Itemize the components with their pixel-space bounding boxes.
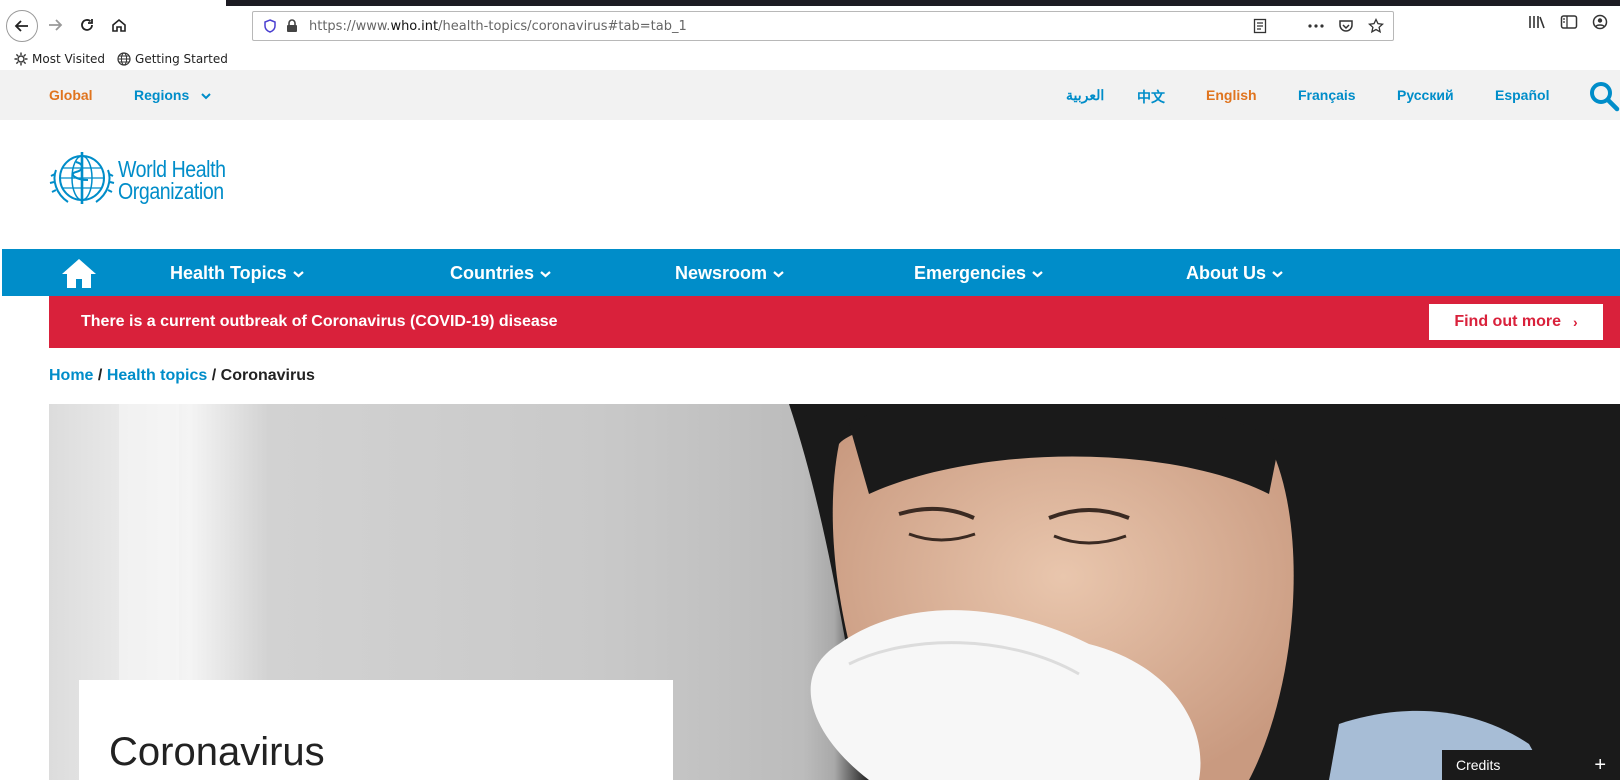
- nav-label: Health Topics: [170, 263, 287, 283]
- account-icon[interactable]: [1592, 14, 1608, 35]
- globe-icon: [117, 52, 131, 66]
- reload-button[interactable]: [72, 10, 102, 40]
- sidebar-icon[interactable]: [1560, 14, 1578, 35]
- lang-spanish[interactable]: Español: [1495, 87, 1549, 103]
- tab-strip-edge: [226, 0, 1620, 6]
- chevron-down-icon: [292, 270, 304, 277]
- library-icon[interactable]: [1528, 14, 1546, 35]
- reader-view-icon[interactable]: [1249, 15, 1271, 37]
- pocket-icon[interactable]: [1335, 15, 1357, 37]
- url-domain: who.int: [390, 18, 439, 34]
- url-text[interactable]: https://www.who.int/health-topics/corona…: [309, 19, 687, 34]
- url-actions: [1249, 15, 1387, 37]
- language-bar: Global Regions العربية 中文 English França…: [0, 70, 1620, 120]
- nav-health-topics[interactable]: Health Topics: [170, 263, 304, 284]
- shield-icon[interactable]: [259, 15, 281, 37]
- lock-icon[interactable]: [281, 15, 303, 37]
- arrow-left-icon: [14, 20, 28, 32]
- home-outline-icon: [112, 18, 126, 32]
- who-logo[interactable]: World Health Organization: [48, 148, 245, 212]
- page-title: Coronavirus: [109, 730, 325, 774]
- button-label: Find out more: [1454, 313, 1561, 330]
- alert-message: There is a current outbreak of Coronavir…: [81, 313, 558, 330]
- logo-line2: Organization: [118, 178, 224, 204]
- url-path: /health-topics/coronavirus#tab=tab_1: [438, 18, 687, 34]
- bookmark-label: Most Visited: [32, 52, 106, 66]
- chevron-down-icon: [1032, 270, 1043, 277]
- regions-dropdown[interactable]: Regions: [134, 87, 211, 103]
- more-actions-icon[interactable]: [1305, 15, 1327, 37]
- breadcrumb-home[interactable]: Home: [49, 367, 93, 384]
- nav-emergencies[interactable]: Emergencies: [914, 263, 1043, 284]
- nav-label: About Us: [1186, 263, 1266, 283]
- breadcrumb-separator: /: [97, 367, 103, 384]
- who-wordmark: World Health Organization: [118, 156, 226, 204]
- chevron-down-icon: [1272, 270, 1283, 277]
- regions-label: Regions: [134, 87, 190, 103]
- breadcrumb: Home / Health topics / Coronavirus: [49, 367, 315, 385]
- logo-line1: World Health: [118, 156, 226, 182]
- nav-about-us[interactable]: About Us: [1186, 263, 1283, 284]
- nav-label: Emergencies: [914, 263, 1027, 283]
- credits-label: Credits: [1456, 757, 1501, 773]
- arrow-right-icon: [49, 19, 63, 31]
- bookmark-getting-started[interactable]: Getting Started: [117, 52, 228, 66]
- bookmark-label: Getting Started: [135, 52, 228, 66]
- browser-toolbar: https://www.who.int/health-topics/corona…: [0, 0, 1620, 48]
- home-browser-button[interactable]: [104, 10, 134, 40]
- main-nav: Health Topics Countries Newsroom Emergen…: [2, 249, 1620, 296]
- chevron-down-icon: [540, 270, 551, 277]
- forward-button[interactable]: [40, 10, 70, 40]
- title-card: Coronavirus: [79, 680, 673, 780]
- url-prefix: https://www.: [309, 18, 391, 34]
- reload-icon: [81, 19, 93, 31]
- lang-french[interactable]: Français: [1298, 87, 1356, 103]
- nav-label: Countries: [450, 263, 535, 283]
- bookmark-star-icon[interactable]: [1365, 15, 1387, 37]
- nav-newsroom[interactable]: Newsroom: [675, 263, 784, 284]
- chevron-right-icon: ›: [1572, 314, 1578, 330]
- lang-arabic[interactable]: العربية: [1066, 87, 1104, 104]
- gear-icon: [14, 52, 28, 66]
- nav-label: Newsroom: [675, 263, 768, 283]
- global-link[interactable]: Global: [49, 87, 93, 103]
- breadcrumb-current: Coronavirus: [220, 367, 315, 384]
- lang-english[interactable]: English: [1206, 87, 1257, 103]
- who-emblem-icon: [49, 152, 115, 204]
- url-bar[interactable]: https://www.who.int/health-topics/corona…: [252, 11, 1394, 41]
- browser-menu-icons: [1528, 14, 1608, 35]
- chevron-down-icon: [201, 93, 211, 100]
- chevron-down-icon: [773, 270, 784, 277]
- home-icon[interactable]: [60, 256, 98, 290]
- outbreak-alert: There is a current outbreak of Coronavir…: [49, 296, 1620, 348]
- bookmark-most-visited[interactable]: Most Visited: [14, 52, 105, 66]
- lang-russian[interactable]: Русский: [1397, 87, 1454, 103]
- nav-countries[interactable]: Countries: [450, 263, 551, 284]
- breadcrumb-separator: /: [211, 367, 217, 384]
- bookmarks-toolbar: Most Visited Getting Started: [0, 48, 1620, 70]
- back-button[interactable]: [6, 10, 38, 42]
- breadcrumb-health-topics[interactable]: Health topics: [107, 367, 207, 384]
- credits-toggle[interactable]: Credits +: [1442, 750, 1620, 780]
- search-icon[interactable]: [1588, 80, 1620, 112]
- find-out-more-button[interactable]: Find out more ›: [1429, 304, 1603, 340]
- lang-chinese[interactable]: 中文: [1137, 87, 1165, 107]
- plus-icon: +: [1594, 753, 1606, 776]
